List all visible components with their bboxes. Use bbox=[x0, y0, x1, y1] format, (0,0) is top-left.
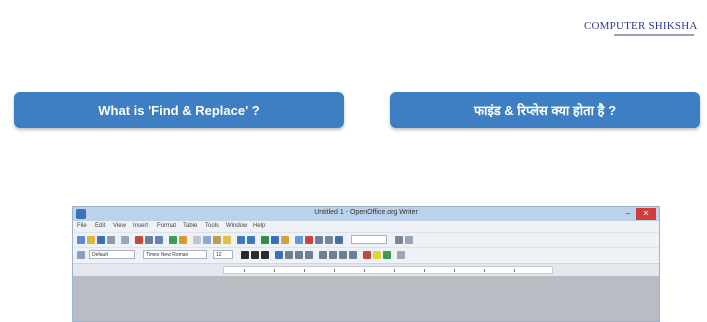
export-pdf-icon[interactable] bbox=[135, 236, 143, 244]
ruler-tick bbox=[484, 269, 485, 272]
ruler-tick bbox=[454, 269, 455, 272]
menu-insert[interactable]: Insert bbox=[133, 223, 148, 229]
minimize-icon[interactable]: – bbox=[623, 209, 633, 219]
ruler-scale bbox=[223, 266, 553, 274]
find-replace-english-button[interactable]: What is 'Find & Replace' ? bbox=[14, 92, 344, 128]
zoom-select[interactable] bbox=[351, 235, 387, 244]
cut-icon[interactable] bbox=[193, 236, 201, 244]
increase-indent-icon[interactable] bbox=[349, 251, 357, 259]
align-right-icon[interactable] bbox=[295, 251, 303, 259]
menu-format[interactable]: Format bbox=[157, 223, 176, 229]
open-icon[interactable] bbox=[87, 236, 95, 244]
autocheck-icon[interactable] bbox=[179, 236, 187, 244]
align-left-icon[interactable] bbox=[275, 251, 283, 259]
toolbar-options-icon-2[interactable] bbox=[397, 251, 405, 259]
title-bar: Untitled 1 - OpenOffice.org Writer – ✕ bbox=[73, 207, 659, 221]
decrease-indent-icon[interactable] bbox=[339, 251, 347, 259]
ruler-tick bbox=[274, 269, 275, 272]
ruler-tick bbox=[334, 269, 335, 272]
menu-tools[interactable]: Tools bbox=[205, 223, 219, 229]
nonprinting-characters-icon[interactable] bbox=[335, 236, 343, 244]
spellcheck-icon[interactable] bbox=[169, 236, 177, 244]
menu-view[interactable]: View bbox=[113, 223, 126, 229]
gallery-icon[interactable] bbox=[315, 236, 323, 244]
bold-icon[interactable] bbox=[241, 251, 249, 259]
menu-window[interactable]: Window bbox=[226, 223, 247, 229]
save-icon[interactable] bbox=[97, 236, 105, 244]
paragraph-style-select[interactable]: Default bbox=[89, 250, 135, 259]
menu-help[interactable]: Help bbox=[253, 223, 265, 229]
find-replace-icon[interactable] bbox=[295, 236, 303, 244]
new-icon[interactable] bbox=[77, 236, 85, 244]
italic-icon[interactable] bbox=[251, 251, 259, 259]
show-draw-functions-icon[interactable] bbox=[281, 236, 289, 244]
font-name-select[interactable]: Times New Roman bbox=[143, 250, 207, 259]
align-center-icon[interactable] bbox=[285, 251, 293, 259]
formatting-toolbar: Default Times New Roman 12 bbox=[73, 247, 659, 262]
clone-format-icon[interactable] bbox=[223, 236, 231, 244]
copy-icon[interactable] bbox=[203, 236, 211, 244]
menu-file[interactable]: File bbox=[77, 223, 87, 229]
navigator-icon[interactable] bbox=[305, 236, 313, 244]
underline-icon[interactable] bbox=[261, 251, 269, 259]
paste-icon[interactable] bbox=[213, 236, 221, 244]
styles-formatting-icon[interactable] bbox=[77, 251, 85, 259]
ruler-tick bbox=[514, 269, 515, 272]
document-area[interactable] bbox=[73, 276, 659, 321]
page-preview-icon[interactable] bbox=[155, 236, 163, 244]
justify-icon[interactable] bbox=[305, 251, 313, 259]
hyperlink-icon[interactable] bbox=[261, 236, 269, 244]
standard-toolbar bbox=[73, 232, 659, 247]
redo-icon[interactable] bbox=[247, 236, 255, 244]
window-title: Untitled 1 - OpenOffice.org Writer bbox=[314, 209, 418, 216]
font-color-icon[interactable] bbox=[363, 251, 371, 259]
font-size-select[interactable]: 12 bbox=[213, 250, 233, 259]
print-icon[interactable] bbox=[145, 236, 153, 244]
help-icon[interactable] bbox=[395, 236, 403, 244]
ruler-tick bbox=[424, 269, 425, 272]
close-icon[interactable]: ✕ bbox=[636, 208, 656, 220]
ruler-tick bbox=[244, 269, 245, 272]
computer-shiksha-logo: COMPUTER SHIKSHA bbox=[584, 20, 704, 42]
horizontal-ruler bbox=[73, 263, 659, 276]
highlighting-icon[interactable] bbox=[373, 251, 381, 259]
menu-table[interactable]: Table bbox=[183, 223, 197, 229]
toolbar-options-icon[interactable] bbox=[405, 236, 413, 244]
menu-edit[interactable]: Edit bbox=[95, 223, 105, 229]
logo-text: COMPUTER SHIKSHA bbox=[584, 20, 698, 32]
email-icon[interactable] bbox=[107, 236, 115, 244]
logo-tagline-line bbox=[614, 34, 694, 36]
ruler-tick bbox=[394, 269, 395, 272]
writer-window: Untitled 1 - OpenOffice.org Writer – ✕ F… bbox=[72, 206, 660, 322]
numbering-icon[interactable] bbox=[319, 251, 327, 259]
menu-bar: File Edit View Insert Format Table Tools… bbox=[73, 221, 659, 232]
find-replace-hindi-button[interactable]: फाइंड & रिप्लेस क्या होता है ? bbox=[390, 92, 700, 128]
bullets-icon[interactable] bbox=[329, 251, 337, 259]
table-icon[interactable] bbox=[271, 236, 279, 244]
undo-icon[interactable] bbox=[237, 236, 245, 244]
edit-file-icon[interactable] bbox=[121, 236, 129, 244]
data-sources-icon[interactable] bbox=[325, 236, 333, 244]
ruler-tick bbox=[364, 269, 365, 272]
ruler-tick bbox=[304, 269, 305, 272]
background-color-icon[interactable] bbox=[383, 251, 391, 259]
